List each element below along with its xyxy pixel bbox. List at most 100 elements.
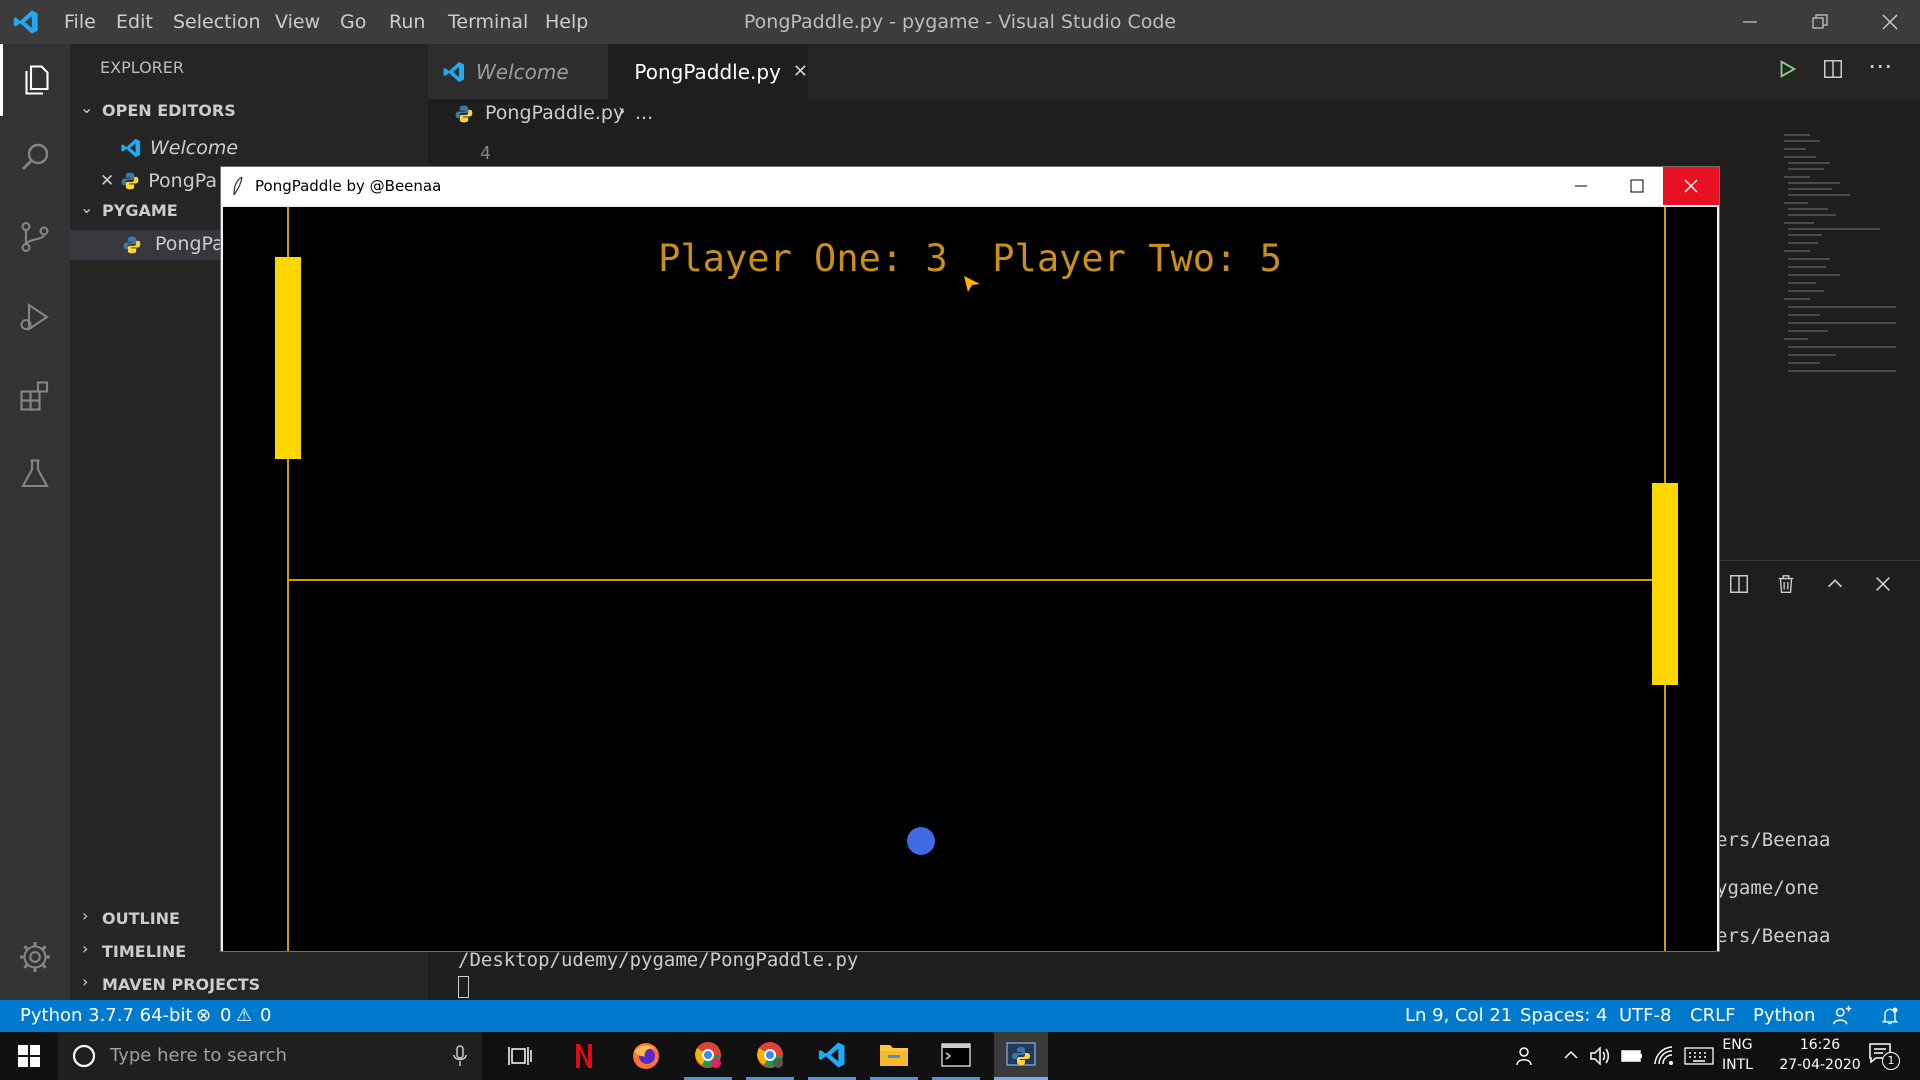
action-center-button[interactable]: 1 [1868, 1042, 1900, 1072]
taskbar-search-box[interactable]: Type here to search [58, 1032, 482, 1080]
open-editors-header[interactable]: ⌄ OPEN EDITORS [76, 98, 428, 124]
line-ending[interactable]: CRLF [1690, 1000, 1735, 1032]
breadcrumb-symbol[interactable]: ... [635, 102, 653, 124]
menu-terminal[interactable]: Terminal [448, 0, 528, 44]
start-button[interactable] [0, 1032, 58, 1080]
split-editor-button[interactable] [1822, 58, 1844, 84]
close-button[interactable] [1855, 0, 1920, 44]
close-editor-icon[interactable]: ✕ [100, 171, 114, 191]
testing-activity-button[interactable] [0, 438, 70, 510]
open-editor-welcome[interactable]: Welcome [120, 134, 238, 162]
feedback-icon[interactable] [1832, 1005, 1854, 1032]
people-button[interactable] [1514, 1044, 1538, 1072]
minimize-button[interactable] [1715, 0, 1785, 44]
menu-go[interactable]: Go [340, 0, 366, 44]
maven-projects-header[interactable]: › MAVEN PROJECTS [76, 972, 428, 998]
windows-logo-icon [18, 1045, 40, 1067]
clock[interactable]: 16:26 27-04-2020 [1770, 1037, 1870, 1073]
file-explorer-app[interactable] [870, 1032, 918, 1080]
tab-label: PongPaddle.py [634, 59, 781, 84]
chrome-app[interactable] [746, 1032, 794, 1080]
split-terminal-icon [1730, 575, 1748, 593]
run-file-button[interactable] [1776, 58, 1798, 84]
netflix-icon [576, 1044, 592, 1068]
vscode-logo-icon [12, 8, 40, 36]
pygame-close-button[interactable] [1663, 167, 1719, 205]
terminal-line: ers/Beenaa [1716, 829, 1831, 851]
input-language[interactable]: ENG INTL [1722, 1037, 1753, 1073]
split-terminal-button[interactable] [1728, 573, 1750, 599]
game-canvas[interactable]: Player One: 3 Player Two: 5 [223, 207, 1717, 951]
task-view-button[interactable] [496, 1032, 544, 1080]
terminal-app[interactable] [932, 1032, 980, 1080]
center-line [289, 579, 1664, 581]
kill-terminal-button[interactable] [1775, 573, 1797, 599]
menu-selection[interactable]: Selection [173, 0, 261, 44]
explorer-activity-button[interactable] [0, 44, 70, 116]
tab-pongpaddle[interactable]: PongPaddle.py ✕ [608, 44, 808, 99]
pygame-maximize-button[interactable] [1609, 167, 1665, 205]
vscode-app[interactable] [808, 1032, 856, 1080]
errors-count[interactable]: 0 [220, 1000, 231, 1032]
files-icon [24, 65, 49, 95]
python-app-icon [1006, 1041, 1036, 1066]
touch-keyboard-button[interactable] [1684, 1044, 1714, 1072]
netflix-app[interactable] [560, 1032, 608, 1080]
manage-activity-button[interactable] [0, 921, 70, 993]
extensions-activity-button[interactable] [0, 360, 70, 432]
search-icon [22, 143, 49, 170]
encoding[interactable]: UTF-8 [1619, 1000, 1671, 1032]
folder-label: PYGAME [102, 201, 178, 220]
wifi-button[interactable] [1652, 1044, 1676, 1072]
battery-button[interactable] [1620, 1044, 1644, 1072]
search-activity-button[interactable] [0, 121, 70, 193]
menu-edit[interactable]: Edit [116, 0, 153, 44]
menu-file[interactable]: File [64, 0, 96, 44]
clock-time: 16:26 [1799, 1037, 1841, 1053]
speaker-icon [1590, 1046, 1609, 1066]
explorer-title: EXPLORER [100, 58, 184, 77]
menu-run[interactable]: Run [389, 0, 425, 44]
pygame-window: PongPaddle by @Beenaa Player One: 3 Play… [220, 166, 1720, 952]
status-bar: Python 3.7.7 64-bit ⊗ 0 ⚠ 0 Ln 9, Col 21… [0, 1000, 1920, 1032]
close-icon [1684, 179, 1698, 193]
bell-icon[interactable] [1880, 1005, 1900, 1032]
breadcrumb-file[interactable]: PongPaddle.py [485, 102, 624, 124]
cursor-position[interactable]: Ln 9, Col 21 [1405, 1000, 1512, 1032]
menu-help[interactable]: Help [545, 0, 588, 44]
indentation[interactable]: Spaces: 4 [1520, 1000, 1607, 1032]
show-hidden-icons-button[interactable] [1562, 1046, 1580, 1068]
tab-welcome[interactable]: Welcome [428, 44, 608, 99]
microphone-icon [453, 1045, 467, 1066]
menu-view[interactable]: View [275, 0, 320, 44]
more-actions-icon[interactable]: ⋯ [1868, 52, 1892, 80]
vscode-logo-icon [818, 1042, 845, 1067]
cortana-circle-icon [72, 1044, 96, 1068]
folder-icon [880, 1044, 908, 1066]
chrome-profile-app[interactable] [684, 1032, 732, 1080]
open-editor-pongpaddle[interactable]: ✕ PongPa [100, 167, 217, 195]
warnings-count[interactable]: 0 [260, 1000, 271, 1032]
errors-icon[interactable]: ⊗ [196, 1000, 211, 1032]
restore-button[interactable] [1785, 0, 1855, 44]
close-panel-button[interactable] [1872, 573, 1894, 599]
breadcrumb: PongPaddle.py › ... [428, 99, 1920, 129]
maximize-panel-button[interactable] [1824, 573, 1846, 599]
source-control-activity-button[interactable] [0, 201, 70, 273]
right-paddle [1652, 483, 1678, 685]
minimap[interactable] [1780, 129, 1904, 389]
python-interpreter[interactable]: Python 3.7.7 64-bit [20, 1000, 193, 1032]
warnings-icon[interactable]: ⚠ [236, 1000, 252, 1032]
pygame-minimize-button[interactable] [1553, 167, 1609, 205]
python-file-icon [123, 236, 141, 254]
close-icon [1882, 14, 1898, 30]
firefox-app[interactable] [622, 1032, 670, 1080]
close-tab-icon[interactable]: ✕ [793, 61, 808, 82]
run-debug-activity-button[interactable] [0, 281, 70, 353]
terminal-cursor[interactable] [458, 976, 469, 998]
source-control-icon [21, 222, 49, 253]
pygame-app[interactable] [994, 1032, 1048, 1080]
language-mode[interactable]: Python [1753, 1000, 1815, 1032]
breadcrumb-separator-icon: › [618, 100, 626, 122]
volume-button[interactable] [1588, 1044, 1612, 1072]
